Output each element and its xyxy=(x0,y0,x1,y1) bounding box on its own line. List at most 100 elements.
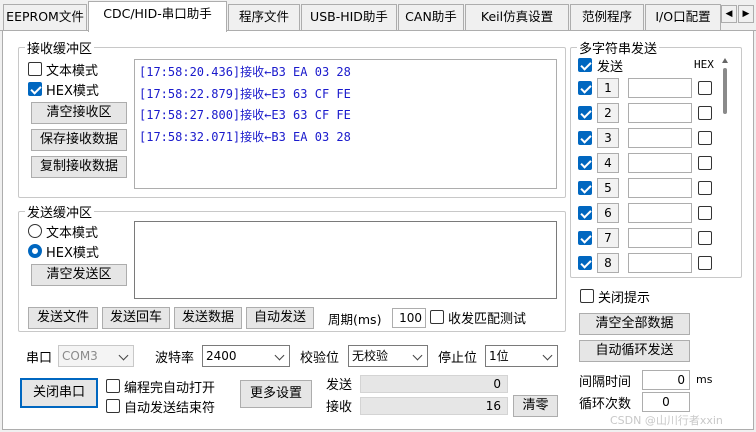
multi-row-number-button[interactable]: 2 xyxy=(597,103,619,123)
auto-open-label: 编程完自动打开 xyxy=(124,381,216,396)
receive-text-mode-checkbox[interactable] xyxy=(28,62,42,76)
tab-keil-sim[interactable]: Keil仿真设置 xyxy=(465,4,569,30)
loop-count-input[interactable]: 0 xyxy=(642,392,690,412)
auto-send-button[interactable]: 自动发送 xyxy=(246,307,314,329)
save-receive-button[interactable]: 保存接收数据 xyxy=(31,129,127,151)
multi-row-send-checkbox[interactable] xyxy=(578,156,592,170)
multi-row-send-checkbox[interactable] xyxy=(578,181,592,195)
log-line: [17:58:20.436]接收←B3 EA 03 28 xyxy=(139,65,351,79)
multi-row-send-checkbox[interactable] xyxy=(578,206,592,220)
multi-row-hex-checkbox[interactable] xyxy=(698,131,712,145)
match-test-checkbox[interactable] xyxy=(430,310,444,324)
interval-unit: ms xyxy=(696,373,713,386)
parity-label: 校验位 xyxy=(300,351,340,366)
multi-row-hex-checkbox[interactable] xyxy=(698,81,712,95)
multi-row-send-checkbox[interactable] xyxy=(578,256,592,270)
parity-select-value: 无校验 xyxy=(352,349,389,363)
multi-send-label: 发送 xyxy=(597,60,624,75)
auto-loop-send-button[interactable]: 自动循环发送 xyxy=(579,340,690,362)
port-label: 串口 xyxy=(26,351,53,366)
multi-row-text-input[interactable] xyxy=(628,103,692,123)
multi-send-all-checkbox[interactable] xyxy=(578,58,592,72)
tab-examples[interactable]: 范例程序 xyxy=(570,4,644,30)
parity-select[interactable]: 无校验 xyxy=(348,345,428,367)
send-hex-mode-label: HEX模式 xyxy=(46,246,99,261)
multi-row-text-input[interactable] xyxy=(628,228,692,248)
port-select[interactable]: COM3 xyxy=(58,345,134,367)
chevron-down-icon xyxy=(118,350,129,361)
clear-all-data-button[interactable]: 清空全部数据 xyxy=(579,313,690,335)
multi-row-number-button[interactable]: 6 xyxy=(597,203,619,223)
clear-count-button[interactable]: 清零 xyxy=(513,395,558,417)
send-text-mode-radio[interactable] xyxy=(28,224,42,238)
chevron-down-icon xyxy=(274,350,285,361)
baud-select[interactable]: 2400 xyxy=(202,345,290,367)
multi-row-number-button[interactable]: 7 xyxy=(597,228,619,248)
multi-row-hex-checkbox[interactable] xyxy=(698,256,712,270)
clear-send-button[interactable]: 清空发送区 xyxy=(31,264,127,286)
tab-io-config[interactable]: I/O口配置 xyxy=(645,4,721,30)
scroll-thumb[interactable] xyxy=(723,68,727,114)
multi-row-text-input[interactable] xyxy=(628,178,692,198)
recv-count-value: 16 xyxy=(360,397,508,415)
multi-row-number-button[interactable]: 5 xyxy=(597,178,619,198)
close-port-button[interactable]: 关闭串口 xyxy=(20,378,98,408)
copy-receive-button[interactable]: 复制接收数据 xyxy=(31,156,127,178)
tab-can[interactable]: CAN助手 xyxy=(398,4,464,30)
multi-row-send-checkbox[interactable] xyxy=(578,81,592,95)
multi-row-hex-checkbox[interactable] xyxy=(698,156,712,170)
multi-row-text-input[interactable] xyxy=(628,128,692,148)
multi-row-text-input[interactable] xyxy=(628,78,692,98)
multi-row-send-checkbox[interactable] xyxy=(578,131,592,145)
auto-open-checkbox[interactable] xyxy=(106,379,120,393)
receive-log[interactable]: [17:58:20.436]接收←B3 EA 03 28 [17:58:22.8… xyxy=(134,59,557,189)
period-label: 周期(ms) xyxy=(328,312,382,327)
interval-label: 间隔时间 xyxy=(579,375,632,390)
period-input[interactable]: 100 xyxy=(392,308,426,328)
multi-row-send-checkbox[interactable] xyxy=(578,106,592,120)
send-hex-mode-radio[interactable] xyxy=(28,244,42,258)
multi-row-text-input[interactable] xyxy=(628,153,692,173)
baud-label: 波特率 xyxy=(155,351,195,366)
multi-row-hex-checkbox[interactable] xyxy=(698,206,712,220)
multi-row-text-input[interactable] xyxy=(628,253,692,273)
multi-row-hex-checkbox[interactable] xyxy=(698,106,712,120)
multi-row-number-button[interactable]: 8 xyxy=(597,253,619,273)
tab-scroll-left-icon[interactable]: ◀ xyxy=(721,5,737,23)
tab-program-file[interactable]: 程序文件 xyxy=(228,4,300,30)
log-line: [17:58:32.071]接收←B3 EA 03 28 xyxy=(139,129,351,144)
interval-input[interactable]: 0 xyxy=(642,370,690,390)
send-file-button[interactable]: 发送文件 xyxy=(28,307,98,329)
send-data-button[interactable]: 发送数据 xyxy=(174,307,242,329)
send-cr-button[interactable]: 发送回车 xyxy=(102,307,170,329)
multi-send-title: 多字符串发送 xyxy=(579,42,658,57)
port-select-value: COM3 xyxy=(62,349,98,363)
send-textarea[interactable] xyxy=(134,221,557,299)
scroll-up-icon[interactable] xyxy=(722,58,728,63)
tab-eeprom[interactable]: EEPROM文件 xyxy=(3,4,87,30)
sent-count-value: 0 xyxy=(360,375,508,393)
multi-row-number-button[interactable]: 3 xyxy=(597,128,619,148)
multi-row-hex-checkbox[interactable] xyxy=(698,181,712,195)
multi-row-number-button[interactable]: 4 xyxy=(597,153,619,173)
chevron-down-icon xyxy=(412,350,423,361)
chevron-down-icon xyxy=(542,350,553,361)
multi-row-hex-checkbox[interactable] xyxy=(698,231,712,245)
more-settings-button[interactable]: 更多设置 xyxy=(240,380,312,408)
tab-cdc-hid-serial[interactable]: CDC/HID-串口助手 xyxy=(88,1,227,32)
receive-hex-mode-checkbox[interactable] xyxy=(28,82,42,96)
multi-hex-label: HEX xyxy=(694,58,714,71)
multi-row-number-button[interactable]: 1 xyxy=(597,78,619,98)
tab-scroll-right-icon[interactable]: ▶ xyxy=(738,5,754,23)
auto-send-end-checkbox[interactable] xyxy=(106,399,120,413)
multi-row-send-checkbox[interactable] xyxy=(578,231,592,245)
stop-bit-select[interactable]: 1位 xyxy=(485,345,558,367)
log-line: [17:58:22.879]接收←E3 63 CF FE xyxy=(139,86,351,101)
multi-row-text-input[interactable] xyxy=(628,203,692,223)
tab-usb-hid[interactable]: USB-HID助手 xyxy=(301,4,397,30)
multi-scrollbar[interactable] xyxy=(719,56,731,274)
clear-receive-button[interactable]: 清空接收区 xyxy=(31,102,127,124)
baud-select-value: 2400 xyxy=(206,349,237,363)
send-text-mode-label: 文本模式 xyxy=(46,226,99,241)
close-hint-checkbox[interactable] xyxy=(580,289,594,303)
